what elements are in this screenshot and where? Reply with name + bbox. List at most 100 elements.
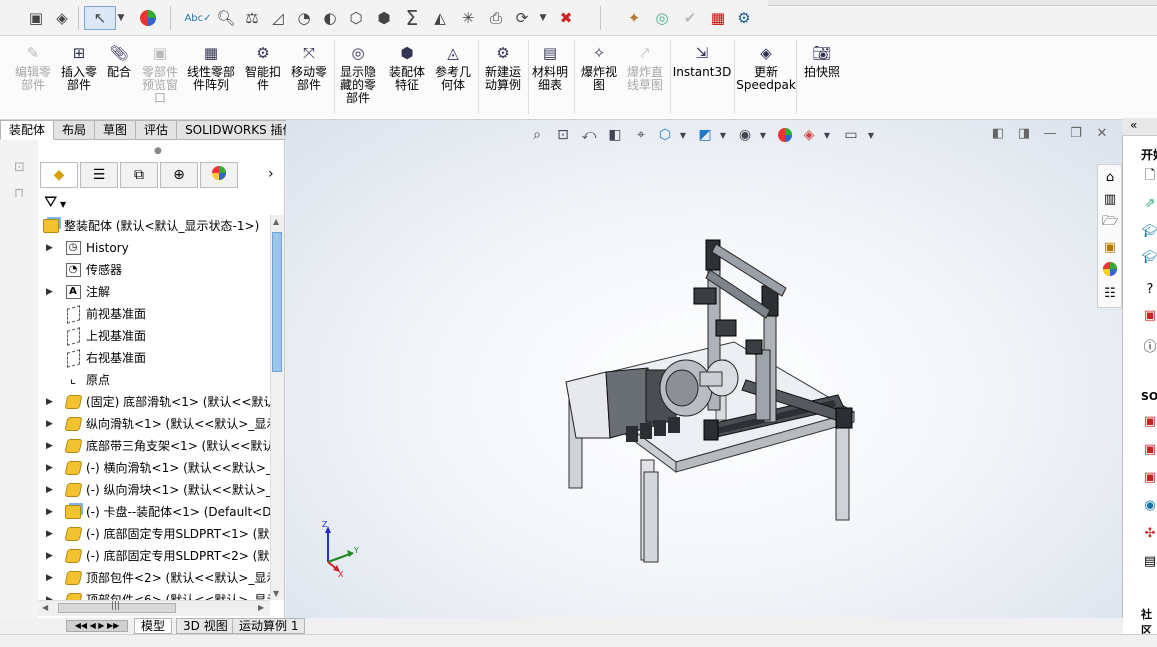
feature-manager-tab[interactable]: ◆ [40, 162, 78, 188]
expand-arrow-icon[interactable]: ▶ [46, 435, 53, 457]
previous-view-icon[interactable]: ⤺ [578, 126, 600, 144]
spelling-abc-icon[interactable]: Abc✓ [184, 6, 211, 30]
new-part-icon[interactable]: ▣ [24, 6, 48, 30]
view-palette-icon[interactable]: ▣ [1100, 237, 1120, 257]
graphics-area[interactable] [286, 120, 1122, 618]
custom-properties-icon[interactable]: ☷ [1100, 283, 1120, 303]
sw-resource3-icon[interactable]: ▣ [1141, 468, 1157, 486]
zoom-to-fit-icon[interactable]: ⌕ [526, 126, 548, 144]
chevron-down-icon[interactable]: ▼ [60, 200, 66, 209]
check-icon[interactable]: ⬡ [344, 6, 368, 30]
tree-item[interactable]: ⌞ 原点 [40, 369, 272, 391]
tree-item[interactable]: ▶ ◷ History [40, 237, 272, 259]
section-view-icon[interactable]: ◧ [604, 126, 626, 144]
panel-grip-icon[interactable]: ● [154, 146, 162, 156]
chevron-down-icon[interactable]: ▼ [752, 126, 774, 144]
tree-item[interactable]: 上视基准面 [40, 325, 272, 347]
expand-arrow-icon[interactable]: ▶ [46, 545, 53, 567]
chevron-down-icon[interactable]: ▼ [816, 126, 838, 144]
chevron-down-icon[interactable]: ▼ [536, 6, 550, 30]
property-manager-tab[interactable]: ☰ [80, 162, 118, 188]
appearance-icon[interactable] [136, 6, 160, 30]
chevron-right-icon[interactable]: › [268, 166, 274, 182]
expand-arrow-icon[interactable]: ▶ [46, 523, 53, 545]
tree-item[interactable]: ▶ 顶部包件<2> (默认<<默认>_显示状态-1>) [40, 567, 272, 589]
balance-icon[interactable]: ⚖ [240, 6, 264, 30]
tree-item[interactable]: ▶ 底部带三角支架<1> (默认<<默认>_显示状态-1>) [40, 435, 272, 457]
dynamic-annotation-icon[interactable]: ⌖ [630, 126, 652, 144]
open-icon[interactable]: ◈ [50, 6, 74, 30]
ribbon-button-preview-window[interactable]: ▣ 零部件 预览窗 口 [138, 42, 182, 105]
tree-item[interactable]: ▶ (-) 卡盘--装配体<1> (Default<Default>) [40, 501, 272, 523]
ribbon-button-snapshot[interactable]: 📷︎ 拍快照 [800, 42, 844, 79]
display-manager-tab[interactable] [200, 162, 238, 188]
expand-arrow-icon[interactable]: ▶ [46, 589, 53, 600]
tree-item[interactable]: ▶ A 注解 [40, 281, 272, 303]
tab-command-1[interactable]: 布局 [54, 120, 96, 140]
file-explorer-icon[interactable]: 🗁︎ [1100, 213, 1120, 233]
find-icon[interactable]: 🔍︎ [214, 6, 238, 30]
check2-icon[interactable]: ⬢ [372, 6, 396, 30]
mirror-icon[interactable]: ◭ [428, 6, 452, 30]
design-library-icon[interactable]: ▥ [1100, 189, 1120, 209]
mass-properties-icon[interactable]: ◔ [292, 6, 316, 30]
section-icon[interactable]: ◐ [318, 6, 342, 30]
minimize-icon[interactable]: — [1040, 124, 1060, 142]
ribbon-button-exploded-view[interactable]: ✧ 爆炸视 图 [578, 42, 620, 92]
zoom-area-icon[interactable]: ⊡ [552, 126, 574, 144]
tab-command-2[interactable]: 草图 [95, 120, 137, 140]
sw-tools-icon[interactable]: ✣ [1141, 524, 1157, 542]
add-in-icon[interactable]: ▦ [706, 6, 730, 30]
gear-icon[interactable]: ⚙ [732, 6, 756, 30]
tree-item[interactable]: ▶ (固定) 底部滑轨<1> (默认<<默认_显示状态-1>>) [40, 391, 272, 413]
tree-item[interactable]: ▶ 顶部包件<6> (默认<<默认>_显示状态-1>) [40, 589, 272, 600]
ribbon-button-speedpak[interactable]: ◈ 更新 Speedpak [736, 42, 796, 92]
ribbon-button-edit-component[interactable]: ✎ 编辑零 部件 [12, 42, 54, 92]
tree-item[interactable]: ▶ (-) 纵向滑块<1> (默认<<默认>_显示状态-1>) [40, 479, 272, 501]
ribbon-button-new-motion-study[interactable]: ⚙ 新建运 动算例 [482, 42, 524, 92]
collapse-icon[interactable]: « [1130, 118, 1137, 132]
scroll-right-icon[interactable]: ▶ [258, 603, 264, 612]
check-circle-icon[interactable]: ✔ [678, 6, 702, 30]
select-pointer-icon[interactable]: ↖ [84, 6, 116, 30]
sw-map-icon[interactable]: ▤ [1141, 552, 1157, 570]
tree-item[interactable]: 前视基准面 [40, 303, 272, 325]
ribbon-button-mate[interactable]: 📎︎ 配合 [104, 42, 134, 79]
measure-icon[interactable]: ◿ [266, 6, 290, 30]
chevron-down-icon[interactable]: ▼ [712, 126, 734, 144]
expand-arrow-icon[interactable]: ▶ [46, 237, 53, 259]
filter-icon[interactable]: ⛛ [44, 192, 57, 212]
print-icon[interactable]: ⎙ [484, 6, 508, 30]
view-settings-icon[interactable]: ▭ [840, 126, 862, 144]
scroll-down-icon[interactable]: ▼ [273, 589, 279, 598]
tree-item[interactable]: ◔ 传感器 [40, 259, 272, 281]
sw-resource-icon[interactable]: ▣ [1141, 412, 1157, 430]
tab-bottom-0[interactable]: 模型 [134, 618, 173, 634]
ribbon-button-linear-pattern[interactable]: ▦ 线性零部 件阵列 [184, 42, 238, 92]
tree-item[interactable]: ▶ (-) 底部固定专用SLDPRT<2> (默认<<默认>_显示状态-1>) [40, 545, 272, 567]
close-doc-icon[interactable]: ✖ [554, 6, 578, 30]
tree-item[interactable]: 右视基准面 [40, 347, 272, 369]
ribbon-button-explode-line-sketch[interactable]: ⤤ 爆炸直 线草图 [624, 42, 666, 92]
ribbon-button-bom[interactable]: ▤ 材料明 细表 [530, 42, 570, 92]
ribbon-button-reference-geometry[interactable]: ◬ 参考几 何体 [432, 42, 474, 92]
snowflake-icon[interactable]: ✳ [456, 6, 480, 30]
ribbon-button-move-component[interactable]: ⤧ 移动零 部件 [288, 42, 330, 92]
expand-arrow-icon[interactable]: ▶ [46, 567, 53, 589]
tutorials-icon[interactable]: 🎓︎ [1141, 222, 1157, 240]
rebuild-icon[interactable]: ⟳ [510, 6, 534, 30]
open-document-icon[interactable]: ⇗ [1141, 194, 1157, 212]
ribbon-button-smart-fasteners[interactable]: ⚙ 智能扣 件 [242, 42, 284, 92]
restore-icon[interactable]: ❐ [1066, 124, 1086, 142]
ribbon-button-instant3d[interactable]: ⇲ Instant3D [673, 42, 732, 79]
chevron-down-icon[interactable]: ▼ [860, 126, 882, 144]
learn-icon[interactable]: 🎓︎ [1141, 248, 1157, 266]
vertical-scroll-thumb[interactable] [272, 232, 282, 372]
expand-arrow-icon[interactable]: ▶ [46, 479, 53, 501]
close-icon[interactable]: ✕ [1092, 124, 1112, 142]
chevron-down-icon[interactable]: ▼ [116, 6, 126, 30]
expand-arrow-icon[interactable]: ▶ [46, 391, 53, 413]
scroll-left-icon[interactable]: ◀ [42, 603, 48, 612]
sketch-icon[interactable]: ⊡ [14, 160, 25, 175]
expand-arrow-icon[interactable]: ▶ [46, 281, 53, 303]
